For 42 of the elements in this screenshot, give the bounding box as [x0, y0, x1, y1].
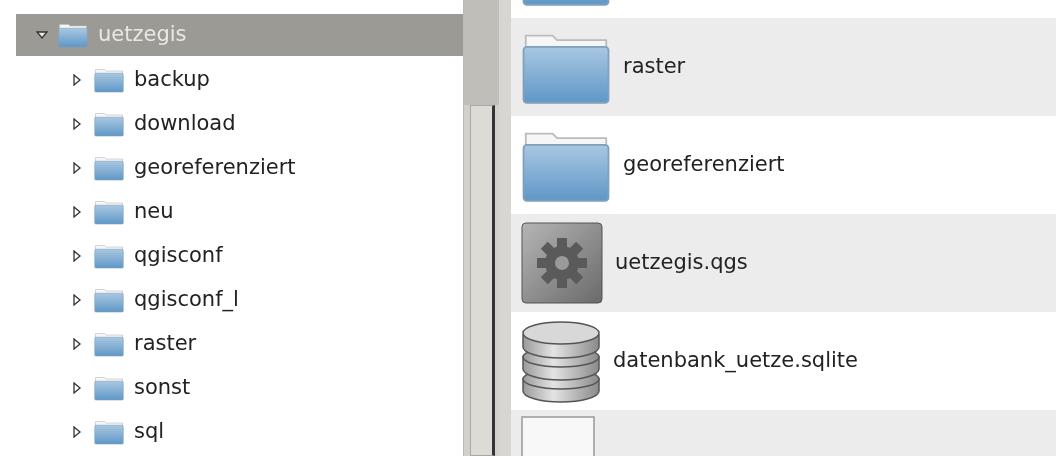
folder-name: uetzegis: [98, 22, 187, 48]
folder-icon: [94, 375, 124, 401]
folder-name: raster: [134, 331, 197, 357]
folder-name: georeferenziert: [134, 155, 296, 181]
folder-icon: [94, 199, 124, 225]
file-name: datenbank_uetze.sqlite: [613, 348, 858, 374]
folder-name: sql: [134, 419, 165, 445]
expander-down-icon[interactable]: [36, 29, 48, 41]
file-item[interactable]: raster: [511, 18, 1056, 116]
file-item[interactable]: datenbank_uetze.sqlite: [511, 312, 1056, 410]
file-name: georeferenziert: [623, 152, 785, 178]
folder-icon: [94, 111, 124, 137]
file-item[interactable]: uetzegis.qgs: [511, 214, 1056, 312]
folder-name: neu: [134, 199, 174, 225]
folder-icon: [94, 243, 124, 269]
folder-name: sonst: [134, 375, 191, 401]
folder-name: download: [134, 111, 236, 137]
tree-item[interactable]: sonst: [0, 366, 463, 410]
file-name: raster: [623, 54, 686, 80]
scrollbar-thumb[interactable]: [464, 0, 499, 105]
folder-name: qgisconf: [134, 243, 223, 269]
tree-item[interactable]: backup: [0, 58, 463, 102]
folder-name: backup: [134, 67, 210, 93]
folder-icon: [94, 155, 124, 181]
tree-item[interactable]: raster: [0, 322, 463, 366]
folder-icon: [94, 331, 124, 357]
file-item[interactable]: georeferenziert: [511, 116, 1056, 214]
tree-item[interactable]: qgisconf: [0, 234, 463, 278]
file-name: uetzegis.qgs: [615, 250, 748, 276]
scrollbar[interactable]: [463, 0, 499, 456]
folder-icon: [58, 22, 88, 48]
folder-name: qgisconf_l: [134, 287, 239, 313]
tree-item[interactable]: georeferenziert: [0, 146, 463, 190]
tree-item[interactable]: sql: [0, 410, 463, 454]
gear-icon: [521, 222, 603, 304]
folder-icon: [94, 287, 124, 313]
folder-icon: [94, 419, 124, 445]
folder-icon: [94, 67, 124, 93]
tree-item[interactable]: download: [0, 102, 463, 146]
tree-item[interactable]: qgisconf_l: [0, 278, 463, 322]
tree-item[interactable]: neu: [0, 190, 463, 234]
database-icon: [521, 319, 601, 403]
